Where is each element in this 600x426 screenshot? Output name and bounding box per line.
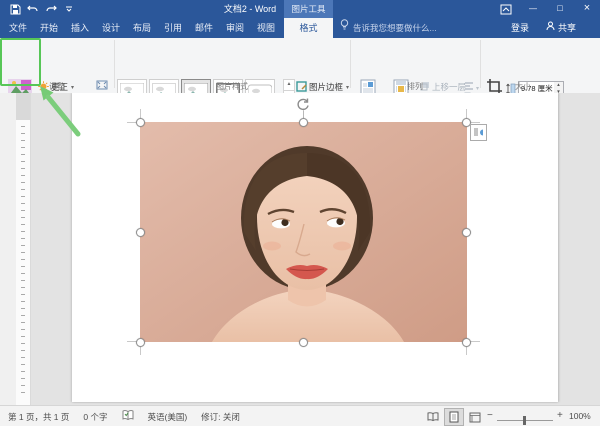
- annotation-highlight-box: [0, 38, 41, 86]
- word-count[interactable]: 0 个字: [83, 411, 107, 423]
- sign-in-button[interactable]: 登录: [511, 18, 529, 38]
- track-changes-indicator[interactable]: 修订: 关闭: [201, 411, 240, 423]
- language-indicator[interactable]: 英语(美国): [148, 411, 188, 423]
- size-group-label: 大小: [480, 81, 566, 92]
- rotate-handle-icon[interactable]: [295, 96, 311, 112]
- resize-handle-bottom-center[interactable]: [299, 338, 308, 347]
- resize-handle-bottom-left[interactable]: [136, 338, 145, 347]
- redo-icon[interactable]: [44, 2, 58, 16]
- ribbon: 删除背景 更正 颜色 艺术效果: [0, 38, 600, 94]
- resize-handle-top-left[interactable]: [136, 118, 145, 127]
- document-picture[interactable]: [140, 122, 467, 342]
- resize-handle-top-center[interactable]: [299, 118, 308, 127]
- layout-options-button[interactable]: [470, 124, 487, 141]
- arrange-group-label: 排列: [350, 81, 480, 92]
- zoom-slider-handle[interactable]: [523, 416, 526, 425]
- title-bar: 文档2 - Word 图片工具: [0, 0, 600, 18]
- tell-me-box[interactable]: 告诉我您想要做什么...: [340, 18, 437, 38]
- tab-insert[interactable]: 插入: [64, 18, 96, 38]
- print-layout-button[interactable]: [444, 408, 464, 426]
- tab-format-active[interactable]: 格式: [284, 18, 333, 38]
- picture-tools-header: 图片工具: [284, 0, 333, 18]
- ruler-ticks: [21, 120, 25, 398]
- tab-mailings[interactable]: 邮件: [188, 18, 220, 38]
- document-area: [0, 93, 600, 405]
- lightbulb-icon: [340, 18, 349, 38]
- tab-layout[interactable]: 布局: [126, 18, 158, 38]
- tab-home[interactable]: 开始: [33, 18, 65, 38]
- ruler-gutter: [0, 93, 16, 405]
- resize-handle-middle-right[interactable]: [462, 228, 471, 237]
- maximize-button[interactable]: [548, 0, 572, 18]
- resize-handle-middle-left[interactable]: [136, 228, 145, 237]
- page-indicator[interactable]: 第 1 页，共 1 页: [8, 411, 69, 423]
- zoom-in-button[interactable]: +: [557, 406, 563, 426]
- status-bar: 第 1 页，共 1 页 0 个字 英语(美国) 修订: 关闭 − + 100%: [0, 405, 600, 426]
- tab-references[interactable]: 引用: [157, 18, 189, 38]
- undo-icon[interactable]: [26, 2, 40, 16]
- zoom-out-button[interactable]: −: [487, 406, 493, 426]
- ruler-margin-zone: [16, 93, 30, 120]
- web-layout-button[interactable]: [465, 408, 485, 426]
- person-icon: [546, 18, 555, 38]
- ribbon-tab-row: 文件 开始 插入 设计 布局 引用 邮件 审阅 视图 格式 告诉我您想要做什么.…: [0, 18, 600, 38]
- proofing-icon[interactable]: [122, 410, 134, 423]
- picture-styles-group-label: 图片样式: [114, 81, 350, 92]
- tell-me-label: 告诉我您想要做什么...: [353, 18, 437, 38]
- share-label: 共享: [558, 18, 576, 38]
- read-mode-button[interactable]: [423, 408, 443, 426]
- ribbon-display-options-icon[interactable]: [499, 2, 513, 16]
- tab-file[interactable]: 文件: [2, 18, 34, 38]
- resize-handle-bottom-right[interactable]: [462, 338, 471, 347]
- word-window: 文档2 - Word 图片工具 文件 开始 插入 设计 布局 引用 邮件 审阅 …: [0, 0, 600, 426]
- minimize-button[interactable]: [521, 0, 545, 18]
- qat-customize-icon[interactable]: [62, 2, 76, 16]
- tab-design[interactable]: 设计: [95, 18, 127, 38]
- tab-review[interactable]: 审阅: [219, 18, 251, 38]
- zoom-level[interactable]: 100%: [569, 406, 591, 426]
- save-icon[interactable]: [8, 2, 22, 16]
- vertical-ruler[interactable]: [16, 93, 31, 405]
- tab-view[interactable]: 视图: [250, 18, 282, 38]
- share-button[interactable]: 共享: [546, 18, 576, 38]
- close-button[interactable]: [575, 0, 599, 18]
